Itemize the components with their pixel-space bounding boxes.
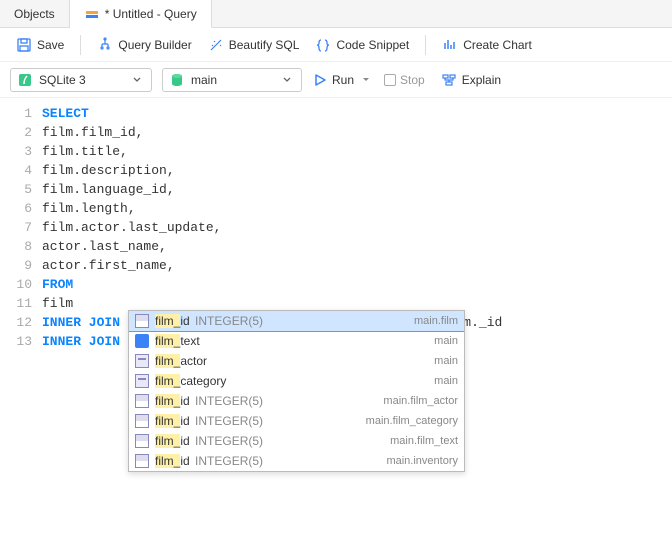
table-icon <box>135 374 149 388</box>
beautify-icon <box>208 37 224 53</box>
chart-button[interactable]: Create Chart <box>436 34 538 56</box>
autocomplete-item[interactable]: film_id INTEGER(5)main.inventory <box>129 451 464 471</box>
snippet-icon <box>315 37 331 53</box>
autocomplete-popup: film_id INTEGER(5)main.filmfilm_textmain… <box>128 310 465 472</box>
column-icon <box>135 314 149 328</box>
tab-bar: Objects * Untitled - Query <box>0 0 672 28</box>
second-toolbar: SQLite 3 main Run Stop Explain <box>0 62 672 98</box>
stop-checkbox-icon <box>384 74 396 86</box>
engine-select[interactable]: SQLite 3 <box>10 68 152 92</box>
column-icon <box>135 434 149 448</box>
chart-icon <box>442 37 458 53</box>
table-icon <box>135 354 149 368</box>
table-icon <box>135 334 149 348</box>
save-icon <box>16 37 32 53</box>
column-icon <box>135 454 149 468</box>
chevron-down-icon <box>129 72 145 88</box>
column-icon <box>135 414 149 428</box>
autocomplete-item[interactable]: film_actormain <box>129 351 464 371</box>
stop-button[interactable]: Stop <box>384 73 425 87</box>
database-select[interactable]: main <box>162 68 302 92</box>
query-builder-button[interactable]: Query Builder <box>91 34 197 56</box>
autocomplete-item[interactable]: film_textmain <box>129 331 464 351</box>
autocomplete-item[interactable]: film_id INTEGER(5)main.film <box>129 311 464 331</box>
query-builder-icon <box>97 37 113 53</box>
chevron-down-icon <box>358 72 374 88</box>
query-tab-icon <box>84 6 100 22</box>
autocomplete-item[interactable]: film_id INTEGER(5)main.film_text <box>129 431 464 451</box>
tab-query[interactable]: * Untitled - Query <box>70 0 212 28</box>
column-icon <box>135 394 149 408</box>
snippet-button[interactable]: Code Snippet <box>309 34 415 56</box>
explain-button[interactable]: Explain <box>435 69 507 91</box>
tab-objects[interactable]: Objects <box>0 0 70 27</box>
autocomplete-item[interactable]: film_id INTEGER(5)main.film_actor <box>129 391 464 411</box>
save-button[interactable]: Save <box>10 34 70 56</box>
toolbar: Save Query Builder Beautify SQL Code Sni… <box>0 28 672 62</box>
divider <box>80 35 81 55</box>
autocomplete-item[interactable]: film_categorymain <box>129 371 464 391</box>
explain-icon <box>441 72 457 88</box>
chevron-down-icon <box>279 72 295 88</box>
sqlite-icon <box>17 72 33 88</box>
database-icon <box>169 72 185 88</box>
run-button[interactable]: Run <box>312 72 374 88</box>
autocomplete-list[interactable]: film_id INTEGER(5)main.filmfilm_textmain… <box>129 311 464 471</box>
autocomplete-item[interactable]: film_id INTEGER(5)main.film_category <box>129 411 464 431</box>
beautify-button[interactable]: Beautify SQL <box>202 34 306 56</box>
play-icon <box>312 72 328 88</box>
line-gutter: 12345678910111213 <box>0 104 42 351</box>
divider <box>425 35 426 55</box>
